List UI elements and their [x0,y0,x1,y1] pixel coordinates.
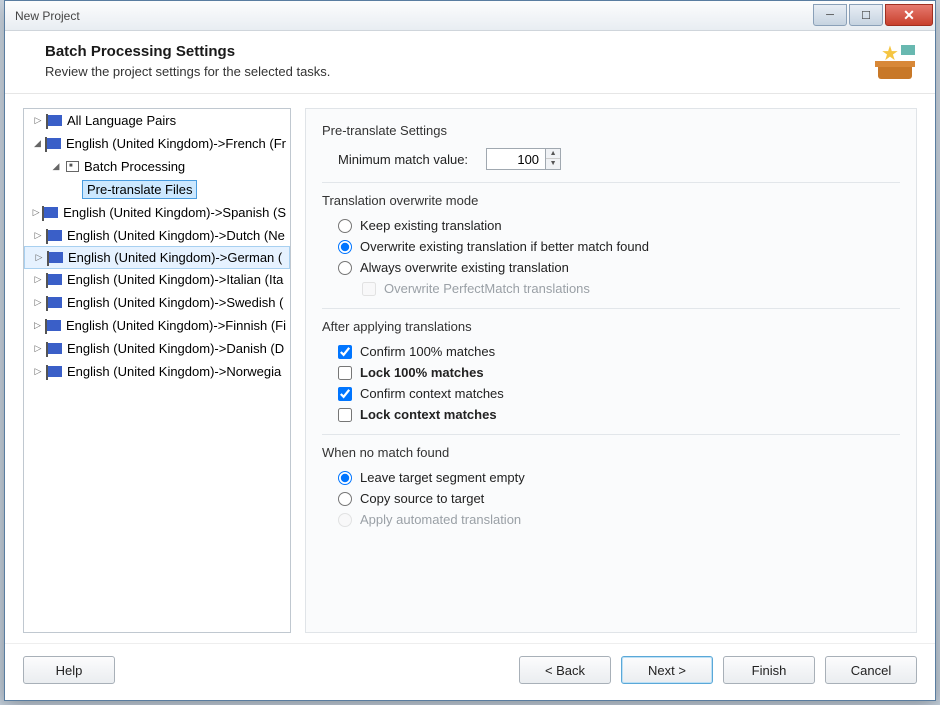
flag-icon [49,252,63,263]
flag-icon [47,138,61,149]
flag-icon [48,297,62,308]
checkbox-lock-ctx[interactable] [338,408,352,422]
close-button[interactable]: ✕ [885,4,933,26]
page-subtitle: Review the project settings for the sele… [45,64,330,79]
pretranslate-heading: Pre-translate Settings [322,123,900,138]
settings-panel: Pre-translate Settings Minimum match val… [305,108,917,633]
tree-item-label: English (United Kingdom)->Finnish (Fi [66,318,286,333]
divider [322,182,900,183]
titlebar: New Project ─ ☐ ✕ [5,1,935,31]
checkbox-perfectmatch [362,282,376,296]
tree-item-label: Pre-translate Files [82,180,197,199]
tree-item-label: English (United Kingdom)->Spanish (S [63,205,286,220]
checkbox-lock-ctx-label: Lock context matches [360,407,497,422]
tree-item-label: English (United Kingdom)->Italian (Ita [67,272,283,287]
radio-always-overwrite-label: Always overwrite existing translation [360,260,569,275]
wizard-header: Batch Processing Settings Review the pro… [5,31,935,94]
overwrite-heading: Translation overwrite mode [322,193,900,208]
radio-automated [338,513,352,527]
tree-item[interactable]: Pre-translate Files [24,178,290,201]
help-button[interactable]: Help [23,656,115,684]
tree-item-label: All Language Pairs [67,113,176,128]
min-match-label: Minimum match value: [338,152,468,167]
tree-item-label: English (United Kingdom)->Norwegia [67,364,281,379]
folder-icon [66,161,79,172]
tree-item[interactable]: ▷ English (United Kingdom)->Spanish (S [24,201,290,224]
expander-closed-icon[interactable]: ▷ [32,297,44,309]
after-heading: After applying translations [322,319,900,334]
radio-automated-label: Apply automated translation [360,512,521,527]
batch-icon: ★ [875,43,915,83]
radio-overwrite-better[interactable] [338,240,352,254]
cancel-button[interactable]: Cancel [825,656,917,684]
tree-item[interactable]: ▷ English (United Kingdom)->German ( [24,246,290,269]
flag-icon [48,274,62,285]
checkbox-confirm-100[interactable] [338,345,352,359]
flag-icon [44,207,58,218]
flag-icon [48,115,62,126]
maximize-button[interactable]: ☐ [849,4,883,26]
flag-icon [48,366,62,377]
expander-none [68,184,80,196]
tree-item-label: English (United Kingdom)->Dutch (Ne [67,228,285,243]
back-button[interactable]: < Back [519,656,611,684]
radio-copy-source[interactable] [338,492,352,506]
expander-closed-icon[interactable]: ▷ [32,274,44,286]
tree-item[interactable]: ▷ English (United Kingdom)->Norwegia [24,360,290,383]
nomatch-heading: When no match found [322,445,900,460]
checkbox-confirm-ctx-label: Confirm context matches [360,386,504,401]
checkbox-perfectmatch-label: Overwrite PerfectMatch translations [384,281,590,296]
radio-leave-empty[interactable] [338,471,352,485]
checkbox-lock-100-label: Lock 100% matches [360,365,484,380]
expander-closed-icon[interactable]: ▷ [33,252,45,264]
tree-item-label: Batch Processing [84,159,185,174]
expander-closed-icon[interactable]: ▷ [32,115,44,127]
wizard-footer: Help < Back Next > Finish Cancel [5,643,935,700]
expander-closed-icon[interactable]: ▷ [32,366,44,378]
divider [322,434,900,435]
expander-closed-icon[interactable]: ▷ [32,343,44,355]
radio-always-overwrite[interactable] [338,261,352,275]
language-pair-tree[interactable]: ▷ All Language Pairs ◢ English (United King… [23,108,291,633]
expander-open-icon[interactable]: ◢ [50,161,62,173]
radio-keep-existing-label: Keep existing translation [360,218,502,233]
tree-item[interactable]: ▷ English (United Kingdom)->Swedish ( [24,291,290,314]
tree-item-label: English (United Kingdom)->French (Fr [66,136,286,151]
checkbox-confirm-100-label: Confirm 100% matches [360,344,495,359]
radio-copy-source-label: Copy source to target [360,491,484,506]
checkbox-lock-100[interactable] [338,366,352,380]
window-title: New Project [15,9,80,23]
flag-icon [48,230,62,241]
tree-item[interactable]: ▷ English (United Kingdom)->Dutch (Ne [24,224,290,247]
expander-closed-icon[interactable]: ▷ [32,230,44,242]
tree-item[interactable]: ▷ English (United Kingdom)->Danish (D [24,337,290,360]
divider [322,308,900,309]
checkbox-confirm-ctx[interactable] [338,387,352,401]
tree-item-label: English (United Kingdom)->Swedish ( [67,295,283,310]
tree-item[interactable]: ◢ English (United Kingdom)->French (Fr [24,132,290,155]
expander-closed-icon[interactable]: ▷ [32,207,40,219]
page-title: Batch Processing Settings [45,43,330,60]
wizard-dialog: New Project ─ ☐ ✕ Batch Processing Setti… [4,0,936,701]
radio-overwrite-better-label: Overwrite existing translation if better… [360,239,649,254]
tree-item-label: English (United Kingdom)->Danish (D [67,341,284,356]
finish-button[interactable]: Finish [723,656,815,684]
min-match-input[interactable] [487,152,545,167]
radio-keep-existing[interactable] [338,219,352,233]
radio-leave-empty-label: Leave target segment empty [360,470,525,485]
min-match-spinner[interactable]: ▲ ▼ [486,148,561,170]
tree-item-label: English (United Kingdom)->German ( [68,250,282,265]
expander-closed-icon[interactable]: ▷ [32,320,43,332]
next-button[interactable]: Next > [621,656,713,684]
tree-item[interactable]: ▷ All Language Pairs [24,109,290,132]
flag-icon [48,343,62,354]
expander-open-icon[interactable]: ◢ [32,138,43,150]
flag-icon [47,320,61,331]
spinner-up-icon[interactable]: ▲ [546,149,560,159]
spinner-down-icon[interactable]: ▼ [546,159,560,169]
tree-item[interactable]: ▷ English (United Kingdom)->Italian (Ita [24,268,290,291]
tree-item[interactable]: ◢ Batch Processing [24,155,290,178]
tree-item[interactable]: ▷ English (United Kingdom)->Finnish (Fi [24,314,290,337]
minimize-button[interactable]: ─ [813,4,847,26]
